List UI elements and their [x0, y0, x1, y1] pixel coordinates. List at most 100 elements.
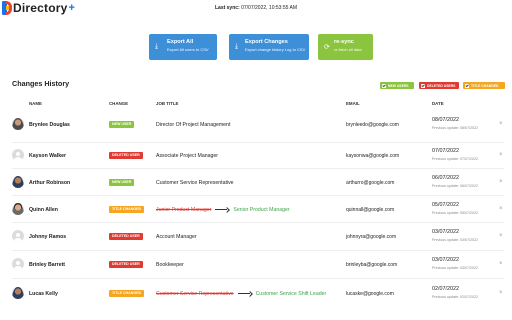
change-badge: TITLE CHANGED	[109, 206, 145, 213]
new-job-title: Senior Product Manager	[233, 207, 290, 213]
export-changes-subtitle: Export change history Log to CSV	[245, 47, 306, 52]
change-badge: DELETED USER	[109, 152, 143, 159]
filter-new-users[interactable]: NEW USERS	[380, 82, 414, 89]
last-sync-value: 07/07/2022, 10:53:55 AM	[241, 5, 297, 11]
previous-update: Previous update: 02/07/2022	[432, 295, 478, 299]
close-icon[interactable]: ×	[499, 206, 503, 212]
table-row[interactable]: Brynlee Douglas NEW USER Director Of Pro…	[0, 112, 512, 143]
row-divider	[12, 250, 504, 251]
avatar	[12, 176, 24, 188]
row-divider	[12, 168, 504, 169]
job-title-text: Customer Service Representative	[156, 180, 234, 186]
previous-update: Previous update: 03/07/2022	[432, 266, 478, 270]
change-date: 05/07/2022	[432, 202, 459, 208]
change-badge: TITLE CHANGED	[109, 290, 145, 297]
resync-title: re-sync	[334, 39, 354, 45]
arrow-right-icon	[215, 207, 229, 212]
export-changes-button[interactable]: ⤓ Export Changes Export change history L…	[229, 34, 309, 60]
close-icon[interactable]: ×	[499, 261, 503, 267]
job-title: Customer Service Representative Customer …	[156, 291, 326, 297]
filter-title-changed[interactable]: TITLE CHANGED	[463, 82, 505, 89]
section-title: Changes History	[12, 79, 70, 88]
filter-new-users-label: NEW USERS	[388, 83, 409, 88]
resync-button[interactable]: ⟳ re-sync re-fetch all data	[318, 34, 373, 60]
previous-update: Previous update: 07/07/2022	[432, 157, 478, 161]
job-title-text: Account Manager	[156, 234, 197, 240]
column-header-job-title: JOB TITLE	[156, 101, 179, 106]
row-divider	[12, 222, 504, 223]
job-title: Junior Product Manager Senior Product Man…	[156, 207, 290, 213]
user-email: quinnall@google.com	[346, 207, 395, 213]
column-header-date: DATE	[432, 101, 444, 106]
change-date: 06/07/2022	[432, 175, 459, 181]
user-name: Johnny Ramos	[29, 234, 67, 240]
new-job-title: Customer Service Shift Leader	[255, 291, 327, 297]
last-sync: Last sync: 07/07/2022, 10:53:55 AM	[0, 5, 512, 11]
checkbox-icon[interactable]	[382, 83, 386, 88]
close-icon[interactable]: ×	[499, 233, 503, 239]
arrow-right-icon	[237, 291, 252, 296]
user-email: johnnyra@google.com	[346, 234, 397, 240]
avatar	[12, 287, 24, 299]
job-title: Customer Service Representative	[156, 180, 234, 186]
column-header-change: CHANGE	[109, 101, 129, 106]
export-changes-title: Export Changes	[245, 39, 288, 45]
close-icon[interactable]: ×	[499, 121, 503, 127]
column-header-name: NAME	[29, 101, 42, 106]
change-date: 03/07/2022	[432, 229, 459, 235]
table-row[interactable]: Lucas Kelly TITLE CHANGED Customer Servi…	[0, 281, 512, 312]
user-email: arthurro@google.com	[346, 180, 395, 186]
row-divider	[12, 278, 504, 279]
user-email: lucaske@google.com	[346, 291, 394, 297]
job-title: Associate Project Manager	[156, 153, 218, 159]
job-title: Director Of Project Management	[156, 122, 230, 128]
top-bar: Directory + Last sync: 07/07/2022, 10:53…	[0, 0, 512, 18]
old-job-title: Junior Product Manager	[156, 207, 212, 213]
change-date: 02/07/2022	[432, 286, 459, 292]
filter-deleted-users-label: DELETED USERS	[427, 83, 456, 88]
previous-update: Previous update: 06/07/2022	[432, 184, 478, 188]
user-name: Kayson Walker	[29, 153, 66, 159]
checkbox-icon[interactable]	[421, 83, 425, 88]
avatar	[12, 149, 24, 161]
avatar	[12, 258, 24, 270]
previous-update: Previous update: 05/07/2022	[432, 211, 478, 215]
user-email: brynleedo@google.com	[346, 122, 399, 128]
previous-update: Previous update: 03/07/2022	[432, 238, 478, 242]
avatar	[12, 118, 24, 130]
change-badge: DELETED USER	[109, 233, 143, 240]
job-title-text: Bookkeeper	[156, 262, 184, 268]
job-title-text: Director Of Project Management	[156, 122, 231, 128]
export-all-title: Export All	[167, 39, 194, 45]
job-title: Account Manager	[156, 234, 197, 240]
user-name: Lucas Kelly	[29, 291, 58, 297]
download-icon: ⤓	[235, 43, 239, 50]
avatar	[12, 230, 24, 242]
refresh-icon: ⟳	[324, 44, 330, 51]
resync-subtitle: re-fetch all data	[334, 47, 362, 52]
user-name: Quinn Allen	[29, 207, 58, 213]
close-icon[interactable]: ×	[499, 179, 503, 185]
filter-deleted-users[interactable]: DELETED USERS	[419, 82, 459, 89]
previous-update: Previous update: 08/07/2022	[432, 126, 478, 130]
change-date: 07/07/2022	[432, 148, 459, 154]
checkbox-icon[interactable]	[465, 83, 469, 88]
old-job-title: Customer Service Representative	[156, 291, 234, 297]
close-icon[interactable]: ×	[499, 290, 503, 296]
download-icon: ⤓	[155, 43, 159, 50]
close-icon[interactable]: ×	[499, 152, 503, 158]
export-all-subtitle: Export All users to CSV	[167, 47, 209, 52]
job-title: Bookkeeper	[156, 262, 184, 268]
row-divider	[12, 195, 504, 196]
user-email: brinleyba@google.com	[346, 262, 398, 268]
change-badge: NEW USER	[109, 179, 135, 186]
change-badge: DELETED USER	[109, 261, 143, 268]
last-sync-label: Last sync:	[214, 5, 240, 11]
user-name: Brynlee Douglas	[29, 122, 70, 128]
filter-title-changed-label: TITLE CHANGED	[471, 83, 499, 88]
change-date: 08/07/2022	[432, 117, 459, 123]
export-all-button[interactable]: ⤓ Export All Export All users to CSV	[149, 34, 217, 60]
column-header-email: EMAIL	[346, 101, 360, 106]
change-badge: NEW USER	[109, 121, 135, 128]
change-date: 03/07/2022	[432, 257, 459, 263]
